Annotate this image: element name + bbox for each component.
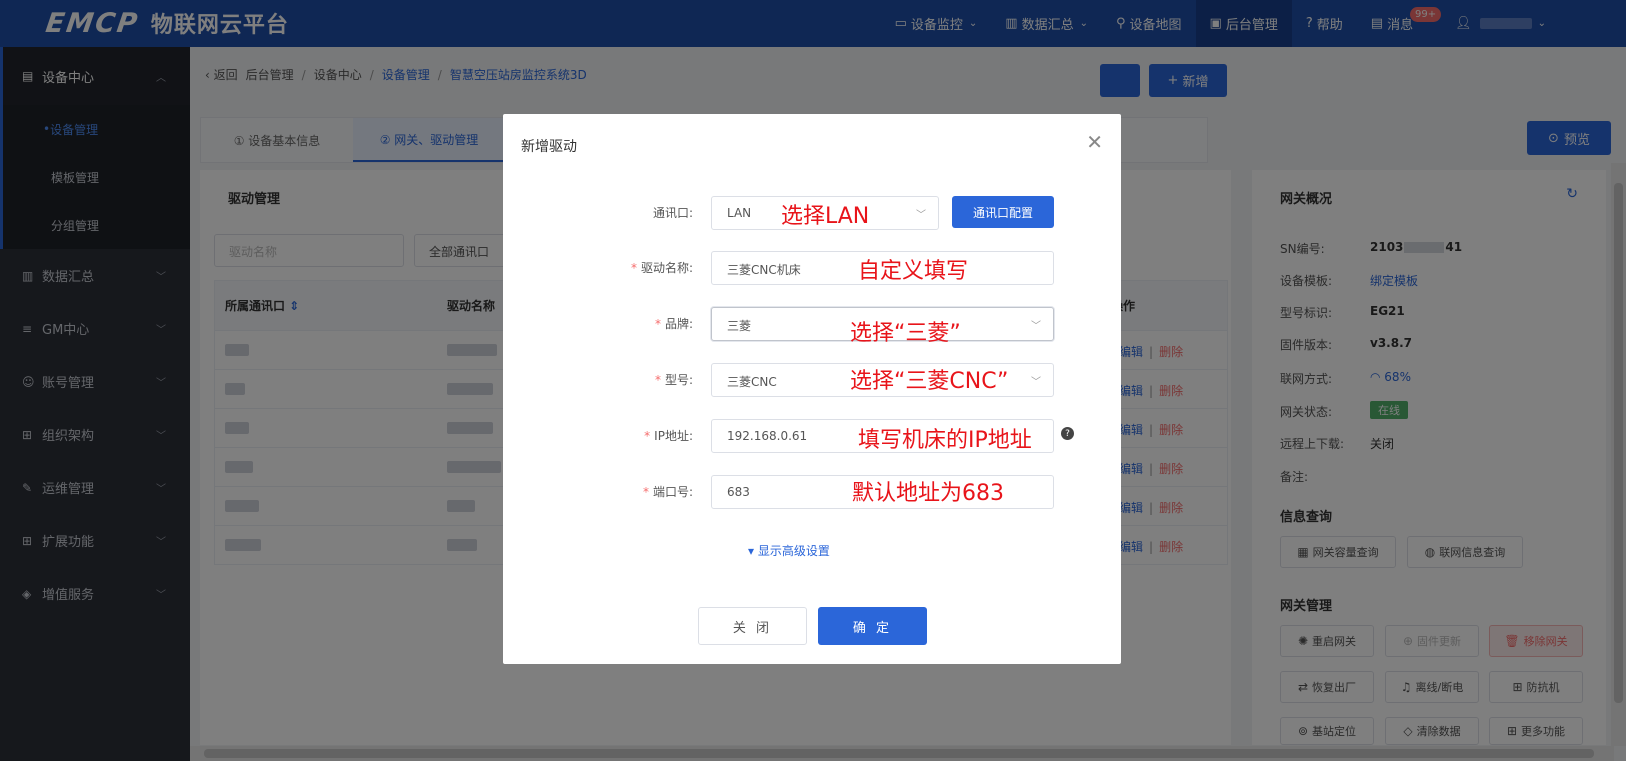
ip-label: * IP地址:	[644, 427, 693, 444]
help-icon[interactable]: ?	[1061, 427, 1074, 440]
caret-down-icon: ▾	[748, 544, 758, 558]
required-mark: *	[630, 261, 637, 275]
annotation-brand: 选择“三菱”	[850, 321, 961, 346]
form-row-port-number: * 端口号: 683 默认地址为683	[503, 475, 1121, 509]
required-mark: *	[642, 485, 649, 499]
port-config-button[interactable]: 通讯口配置	[952, 196, 1054, 228]
name-label: * 驱动名称:	[631, 259, 693, 276]
modal-title: 新增驱动	[521, 139, 577, 155]
form-row-port: 通讯口: LAN ﹀ 通讯口配置 选择LAN	[503, 196, 1121, 230]
required-mark: *	[654, 373, 661, 387]
chevron-down-icon: ﹀	[1031, 377, 1041, 388]
required-mark: *	[644, 429, 651, 443]
chevron-down-icon: ﹀	[916, 210, 926, 221]
toggle-label: 显示高级设置	[757, 544, 830, 558]
label-text: 型号:	[664, 373, 693, 387]
label-text: IP地址:	[654, 429, 693, 443]
annotation-port: 选择LAN	[781, 204, 870, 229]
annotation-name: 自定义填写	[858, 259, 969, 284]
model-label: * 型号:	[655, 371, 693, 388]
select-value: 三菱CNC	[727, 375, 777, 389]
brand-label: * 品牌:	[655, 315, 693, 332]
annotation-ip: 填写机床的IP地址	[858, 428, 1032, 453]
close-icon[interactable]: ✕	[1086, 130, 1103, 154]
select-value: 三菱	[727, 319, 752, 333]
label-text: 品牌:	[664, 317, 693, 331]
annotation-model: 选择“三菱CNC”	[850, 369, 1009, 394]
annotation-port-number: 默认地址为683	[852, 481, 1004, 506]
chevron-down-icon: ﹀	[1031, 321, 1041, 332]
confirm-button[interactable]: 确 定	[818, 607, 927, 645]
form-row-model: * 型号: 三菱CNC ﹀ 选择“三菱CNC”	[503, 363, 1121, 397]
port-number-label: * 端口号:	[643, 483, 693, 500]
label-text: 驱动名称:	[640, 261, 693, 275]
port-label: 通讯口:	[652, 206, 693, 220]
form-row-ip: * IP地址: 192.168.0.61 ? 填写机床的IP地址	[503, 419, 1121, 453]
select-value: LAN	[727, 206, 752, 220]
add-driver-modal: 新增驱动 ✕ 通讯口: LAN ﹀ 通讯口配置 选择LAN * 驱动名称: 三菱C…	[503, 114, 1121, 664]
required-mark: *	[654, 317, 661, 331]
advanced-settings-toggle[interactable]: ▾ 显示高级设置	[748, 542, 830, 559]
form-row-name: * 驱动名称: 三菱CNC机床 自定义填写	[503, 251, 1121, 285]
close-button[interactable]: 关 闭	[698, 607, 807, 645]
form-row-brand: * 品牌: 三菱 ﹀ 选择“三菱”	[503, 307, 1121, 346]
label-text: 端口号:	[652, 485, 693, 499]
